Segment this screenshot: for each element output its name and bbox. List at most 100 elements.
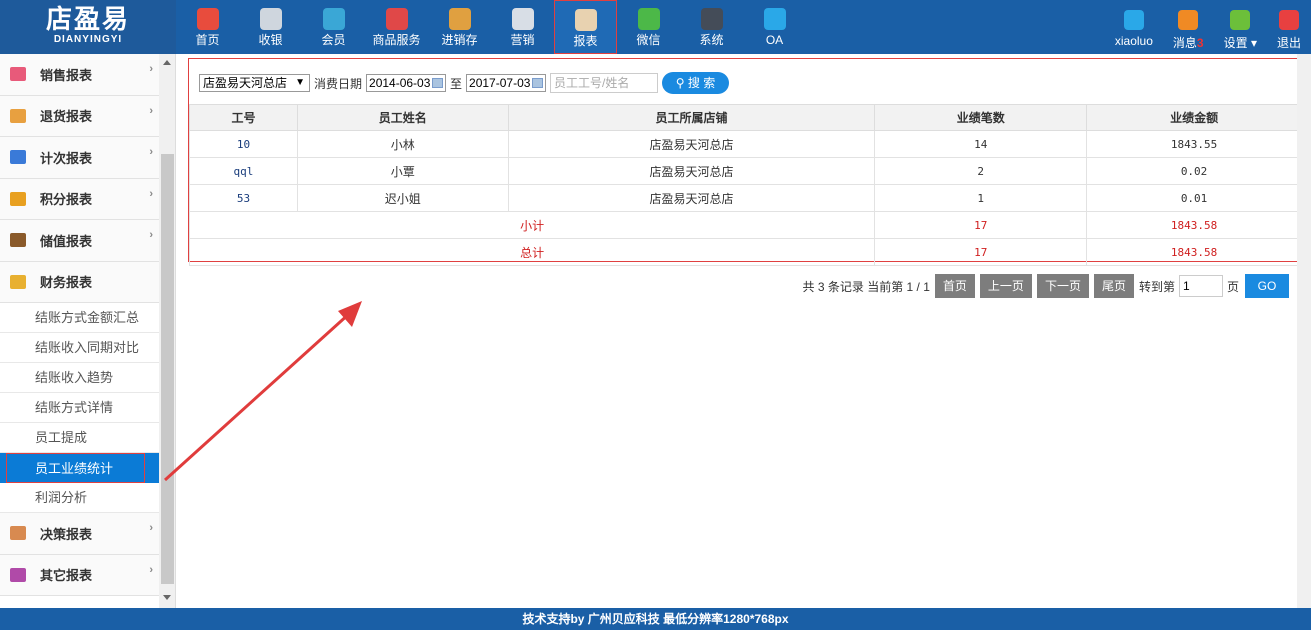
table-row[interactable]: 10 小林 店盈易天河总店 14 1843.55 xyxy=(189,130,1302,158)
chevron-right-icon: › xyxy=(149,522,153,534)
nav-item-cash-register[interactable]: 收银 xyxy=(239,0,302,54)
cell-count: 14 xyxy=(874,130,1088,158)
settings-button[interactable]: 设置 ▾ xyxy=(1214,0,1267,54)
nav-item-oa[interactable]: OA xyxy=(743,0,806,54)
prev-page-button[interactable]: 上一页 xyxy=(979,274,1032,298)
sidebar-group-other-report[interactable]: 其它报表 › xyxy=(0,554,159,596)
sidebar-group-return-report[interactable]: 退货报表 › xyxy=(0,95,159,137)
subtotal-row: 小计 17 1843.58 xyxy=(188,211,1302,239)
logout-button[interactable]: 退出 xyxy=(1267,0,1311,54)
sidebar-subitem-active-wrap: 员工业绩统计 xyxy=(0,453,159,483)
sidebar-group-label: 销售报表 xyxy=(40,67,93,83)
sidebar-group-decision-report[interactable]: 决策报表 › xyxy=(0,513,159,555)
cell-count: 1 xyxy=(874,184,1088,212)
col-header-id[interactable]: 工号 xyxy=(189,104,298,131)
search-button[interactable]: ⚲ 搜 索 xyxy=(662,72,730,94)
megaphone-icon xyxy=(511,8,534,30)
logout-label: 退出 xyxy=(1276,36,1301,50)
user-profile[interactable]: xiaoluo xyxy=(1105,0,1163,54)
calendar-icon[interactable] xyxy=(532,78,544,88)
page-suffix: 页 xyxy=(1226,279,1239,294)
cell-store: 店盈易天河总店 xyxy=(507,184,876,212)
search-input[interactable]: 员工工号/姓名 xyxy=(550,73,659,93)
sidebar-group-label: 计次报表 xyxy=(40,150,93,166)
date-to-input[interactable]: 2017-07-03 xyxy=(466,74,547,92)
sidebar-group-stored-value[interactable]: 储值报表 › xyxy=(0,220,159,262)
next-page-button[interactable]: 下一页 xyxy=(1036,274,1089,298)
go-button[interactable]: GO xyxy=(1245,274,1289,298)
date-to-value: 2017-07-03 xyxy=(469,76,531,90)
sales-report-icon xyxy=(10,67,26,82)
table-row[interactable]: qql 小覃 店盈易天河总店 2 0.02 xyxy=(189,157,1302,185)
nav-item-goods[interactable]: 商品服务 xyxy=(365,0,428,54)
sidebar-group-sales-report[interactable]: 销售报表 › xyxy=(0,54,159,96)
inventory-icon xyxy=(448,8,471,30)
sidebar-scrollbar[interactable] xyxy=(159,54,175,608)
sidebar-group-finance-report[interactable]: 财务报表 xyxy=(0,261,159,303)
user-icon xyxy=(1123,10,1144,30)
col-header-count[interactable]: 业绩笔数 xyxy=(874,104,1088,131)
nav-item-member[interactable]: 会员 xyxy=(302,0,365,54)
sidebar-subitem[interactable]: 员工提成 xyxy=(0,423,159,453)
chevron-down-icon: ▾ xyxy=(1250,36,1257,50)
scroll-up-icon[interactable] xyxy=(163,60,171,65)
messages-button[interactable]: 消息3 xyxy=(1163,0,1214,54)
goto-page-input[interactable]: 1 xyxy=(1178,275,1223,297)
col-header-name[interactable]: 员工姓名 xyxy=(296,104,509,131)
nav-item-megaphone[interactable]: 营销 xyxy=(491,0,554,54)
last-page-button[interactable]: 尾页 xyxy=(1093,274,1134,298)
sidebar-group-label: 财务报表 xyxy=(40,275,93,291)
nav-item-label: 商品服务 xyxy=(372,33,421,47)
sidebar-subitem[interactable]: 利润分析 xyxy=(0,483,159,513)
col-header-amount[interactable]: 业绩金额 xyxy=(1086,104,1302,131)
cell-count: 2 xyxy=(874,157,1088,185)
cell-id: qql xyxy=(189,157,298,185)
col-header-store[interactable]: 员工所属店铺 xyxy=(507,104,876,131)
nav-item-home[interactable]: 首页 xyxy=(176,0,239,54)
sidebar-menu: 销售报表 › 退货报表 › 计次报表 › 积分报表 › 储值报表 › 财务报表 结账方式金额汇总 结账收… xyxy=(0,54,159,596)
sidebar-subitem[interactable]: 结账方式金额汇总 xyxy=(0,303,159,333)
logo: 店盈易 DIANYINGYI xyxy=(0,0,176,54)
nav-item-label: 会员 xyxy=(321,33,346,47)
finance-report-icon xyxy=(10,274,26,289)
user-nav: xiaoluo 消息3 设置 ▾ 退出 xyxy=(1105,0,1311,54)
main-scrollbar[interactable] xyxy=(1297,54,1311,608)
filter-row: 店盈易天河总店 ▼ 消费日期 2014-06-03 至 2017-07-03 员… xyxy=(199,72,730,94)
nav-item-wechat[interactable]: 微信 xyxy=(617,0,680,54)
scroll-thumb[interactable] xyxy=(161,154,174,584)
goto-label: 转到第 xyxy=(1138,279,1175,294)
sidebar-group-label: 退货报表 xyxy=(40,109,93,125)
calendar-icon[interactable] xyxy=(432,78,444,88)
member-icon xyxy=(322,8,345,30)
decision-report-icon xyxy=(10,526,26,541)
pagination-summary: 共 3 条记录 当前第 1 / 1 xyxy=(802,279,930,294)
settings-label: 设置 xyxy=(1223,36,1248,50)
sidebar-subitem[interactable]: 结账收入同期对比 xyxy=(0,333,159,363)
scroll-down-icon[interactable] xyxy=(163,595,171,600)
nav-item-label: 系统 xyxy=(699,33,724,47)
sidebar-group-points-report[interactable]: 积分报表 › xyxy=(0,178,159,220)
chevron-right-icon: › xyxy=(149,187,153,200)
nav-item-label: 收银 xyxy=(258,33,283,47)
search-icon: ⚲ xyxy=(675,76,685,90)
nav-item-report[interactable]: 报表 xyxy=(554,0,617,54)
nav-item-inventory[interactable]: 进销存 xyxy=(428,0,491,54)
nav-item-monitor[interactable]: 系统 xyxy=(680,0,743,54)
date-label: 消费日期 xyxy=(314,76,363,91)
chevron-right-icon: › xyxy=(149,63,153,75)
top-bar: 店盈易 DIANYINGYI 首页 收银 会员 商品服务 进销存 营销 报表 微信 系统 OA x… xyxy=(0,0,1311,54)
table-row[interactable]: 53 迟小姐 店盈易天河总店 1 0.01 xyxy=(189,184,1302,212)
store-select[interactable]: 店盈易天河总店 ▼ xyxy=(199,74,310,92)
subtotal-count: 17 xyxy=(874,211,1088,239)
sidebar-subitem[interactable]: 结账方式详情 xyxy=(0,393,159,423)
main-nav: 首页 收银 会员 商品服务 进销存 营销 报表 微信 系统 OA xyxy=(176,0,806,54)
cell-id: 53 xyxy=(189,184,298,212)
nav-item-label: 微信 xyxy=(636,33,661,47)
sidebar-subitem[interactable]: 员工业绩统计 xyxy=(6,453,145,483)
logo-subtext: DIANYINGYI xyxy=(53,34,123,45)
date-from-input[interactable]: 2014-06-03 xyxy=(366,74,447,92)
sidebar-group-count-report[interactable]: 计次报表 › xyxy=(0,137,159,179)
first-page-button[interactable]: 首页 xyxy=(934,274,975,298)
date-from-value: 2014-06-03 xyxy=(369,76,431,90)
sidebar-subitem[interactable]: 结账收入趋势 xyxy=(0,363,159,393)
